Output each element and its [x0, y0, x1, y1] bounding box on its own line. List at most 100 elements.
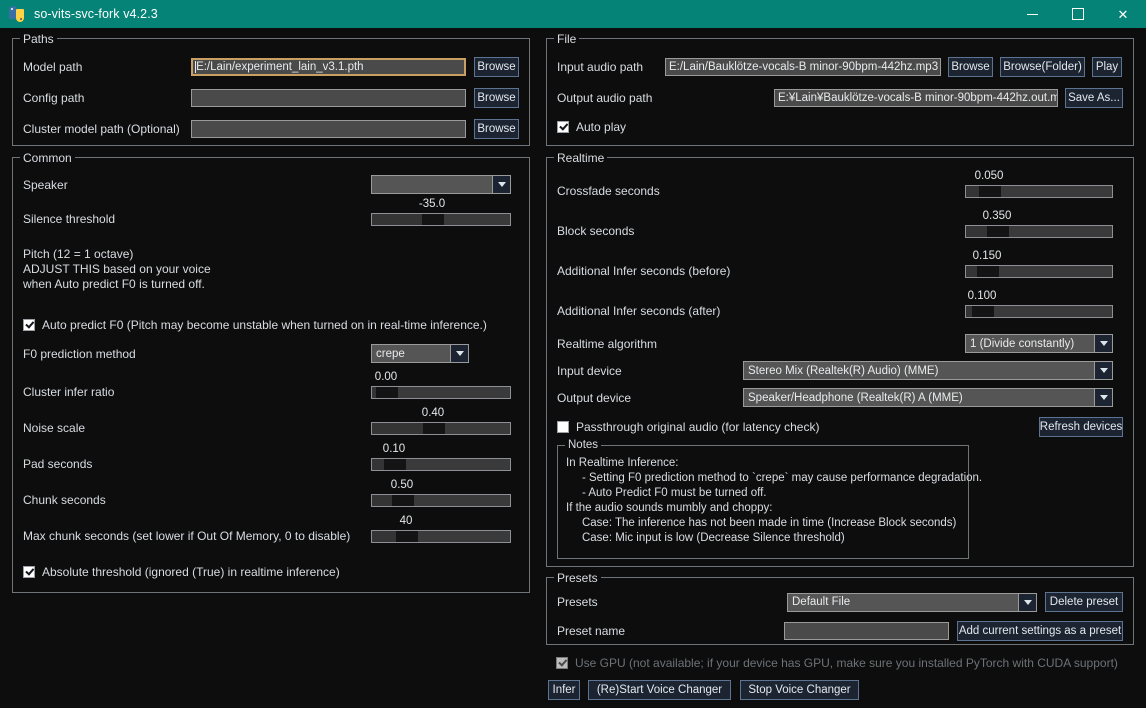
delete-preset-button[interactable]: Delete preset [1045, 592, 1123, 612]
add-preset-button[interactable]: Add current settings as a preset [957, 621, 1123, 641]
common-slider-row: Chunk seconds 0.50 [23, 479, 519, 507]
speaker-label: Speaker [23, 177, 68, 192]
auto-play-checkbox-row[interactable]: Auto play [557, 120, 1123, 134]
input-browse-button[interactable]: Browse [948, 57, 993, 77]
play-button[interactable]: Play [1092, 57, 1122, 77]
output-device-value: Speaker/Headphone (Realtek(R) A (MME) [748, 391, 963, 404]
common-slider-row: Pad seconds 0.10 [23, 443, 519, 471]
output-audio-path-input[interactable]: E:¥Lain¥Bauklötze-vocals-B minor-90bpm-4… [774, 89, 1058, 107]
save-as-button[interactable]: Save As... [1065, 88, 1123, 108]
common-legend: Common [20, 151, 75, 165]
chevron-down-icon [1094, 389, 1112, 406]
notes-line: Case: Mic input is low (Decrease Silence… [566, 532, 845, 544]
common-sliders: Cluster infer ratio 0.00 Noise scale 0.40 Pa… [23, 371, 519, 543]
common-group: Common Speaker Silence threshold -35.0 P… [12, 151, 530, 593]
speaker-dropdown[interactable] [371, 175, 511, 194]
slider-value: 0.050 [974, 169, 1004, 182]
output-device-dropdown[interactable]: Speaker/Headphone (Realtek(R) A (MME) [743, 388, 1113, 407]
output-device-label: Output device [557, 390, 632, 405]
f0-prediction-method-dropdown[interactable]: crepe [371, 344, 469, 363]
chevron-down-icon [450, 345, 468, 362]
slider-label: Block seconds [557, 224, 635, 238]
slider-label: Max chunk seconds (set lower if Out Of M… [23, 529, 351, 543]
slider-control[interactable]: 0.10 [371, 443, 511, 471]
preset-name-input[interactable] [784, 622, 949, 640]
cluster-path-input[interactable] [191, 120, 466, 138]
passthrough-label: Passthrough original audio (for latency … [576, 420, 820, 434]
slider-control[interactable]: 0.50 [371, 479, 511, 507]
config-browse-button[interactable]: Browse [474, 88, 519, 108]
absolute-threshold-checkbox[interactable] [23, 566, 35, 578]
cluster-browse-button[interactable]: Browse [474, 119, 519, 139]
auto-predict-f0-checkbox-row[interactable]: Auto predict F0 (Pitch may become unstab… [23, 318, 519, 332]
preset-name-label: Preset name [557, 624, 626, 638]
chevron-down-icon [1018, 593, 1036, 611]
realtime-slider-row: Block seconds 0.350 [557, 210, 1123, 238]
passthrough-checkbox[interactable] [557, 421, 569, 433]
slider-control[interactable]: 0.00 [371, 371, 511, 399]
auto-predict-f0-checkbox[interactable] [23, 319, 35, 331]
slider-value: 0.150 [972, 249, 1002, 262]
notes-content: In Realtime Inference: - Setting F0 pred… [566, 456, 983, 546]
minimize-button[interactable] [1010, 0, 1055, 28]
slider-value: 40 [399, 514, 413, 527]
auto-play-label: Auto play [576, 120, 627, 134]
input-audio-path-input[interactable]: E:/Lain/Bauklötze-vocals-B minor-90bpm-4… [665, 58, 941, 76]
f0-prediction-method-label: F0 prediction method [23, 346, 136, 361]
config-path-input[interactable] [191, 89, 466, 107]
input-browse-folder-button[interactable]: Browse(Folder) [1000, 57, 1085, 77]
stop-voice-changer-button[interactable]: Stop Voice Changer [740, 680, 859, 700]
slider-label: Additional Infer seconds (before) [557, 264, 731, 278]
input-audio-path-label: Input audio path [557, 60, 644, 74]
slider-value: 0.10 [382, 442, 406, 455]
use-gpu-checkbox-row[interactable]: Use GPU (not available; if your device h… [556, 656, 1134, 670]
model-browse-button[interactable]: Browse [474, 57, 519, 77]
slider-control[interactable]: 0.350 [965, 210, 1113, 238]
restart-voice-changer-button[interactable]: (Re)Start Voice Changer [588, 680, 731, 700]
realtime-slider-row: Additional Infer seconds (after) 0.100 [557, 290, 1123, 318]
maximize-button[interactable] [1055, 0, 1100, 28]
presets-dropdown[interactable]: Default File [787, 592, 1037, 612]
paths-legend: Paths [20, 32, 57, 46]
config-path-label: Config path [23, 91, 85, 105]
auto-play-checkbox[interactable] [557, 121, 569, 133]
window-title: so-vits-svc-fork v4.2.3 [34, 7, 158, 21]
use-gpu-label: Use GPU (not available; if your device h… [575, 656, 1118, 670]
slider-value: 0.100 [967, 289, 997, 302]
model-path-input[interactable]: E:/Lain/experiment_lain_v3.1.pth [191, 58, 466, 76]
input-audio-path-value: E:/Lain/Bauklötze-vocals-B minor-90bpm-4… [669, 61, 939, 73]
silence-threshold-slider[interactable]: -35.0 [371, 198, 511, 226]
infer-button[interactable]: Infer [548, 680, 580, 700]
input-device-label: Input device [557, 363, 622, 378]
common-slider-row: Cluster infer ratio 0.00 [23, 371, 519, 399]
refresh-devices-button[interactable]: Refresh devices [1039, 417, 1123, 437]
slider-label: Crossfade seconds [557, 184, 660, 198]
title-bar: so-vits-svc-fork v4.2.3 ✕ [0, 0, 1146, 28]
close-icon[interactable]: ✕ [1100, 0, 1146, 28]
absolute-threshold-checkbox-row[interactable]: Absolute threshold (ignored (True) in re… [23, 565, 519, 579]
slider-label: Chunk seconds [23, 493, 106, 507]
slider-value: 0.40 [421, 406, 445, 419]
auto-predict-f0-label: Auto predict F0 (Pitch may become unstab… [42, 318, 487, 332]
realtime-sliders: Crossfade seconds 0.050 Block seconds 0.350… [557, 170, 1123, 318]
notes-legend: Notes [565, 439, 602, 451]
realtime-legend: Realtime [554, 151, 608, 165]
slider-control[interactable]: 0.050 [965, 170, 1113, 198]
notes-line: - Auto Predict F0 must be turned off. [566, 487, 767, 499]
slider-control[interactable]: 0.40 [371, 407, 511, 435]
slider-control[interactable]: 40 [371, 515, 511, 543]
slider-label: Noise scale [23, 421, 86, 435]
notes-line: If the audio sounds mumbly and choppy: [566, 502, 773, 514]
realtime-algorithm-dropdown[interactable]: 1 (Divide constantly) [965, 334, 1113, 353]
pitch-note: Pitch (12 = 1 octave) ADJUST THIS based … [23, 247, 211, 291]
chevron-down-icon [1094, 335, 1112, 352]
presets-group: Presets Presets Default File Delete pres… [546, 571, 1134, 645]
common-slider-row: Noise scale 0.40 [23, 407, 519, 435]
chevron-down-icon [492, 176, 510, 193]
presets-label: Presets [557, 595, 598, 609]
slider-control[interactable]: 0.100 [965, 290, 1113, 318]
use-gpu-checkbox[interactable] [556, 657, 568, 669]
input-device-dropdown[interactable]: Stereo Mix (Realtek(R) Audio) (MME) [743, 361, 1113, 380]
notes-line: - Setting F0 prediction method to `crepe… [566, 472, 983, 484]
slider-control[interactable]: 0.150 [965, 250, 1113, 278]
